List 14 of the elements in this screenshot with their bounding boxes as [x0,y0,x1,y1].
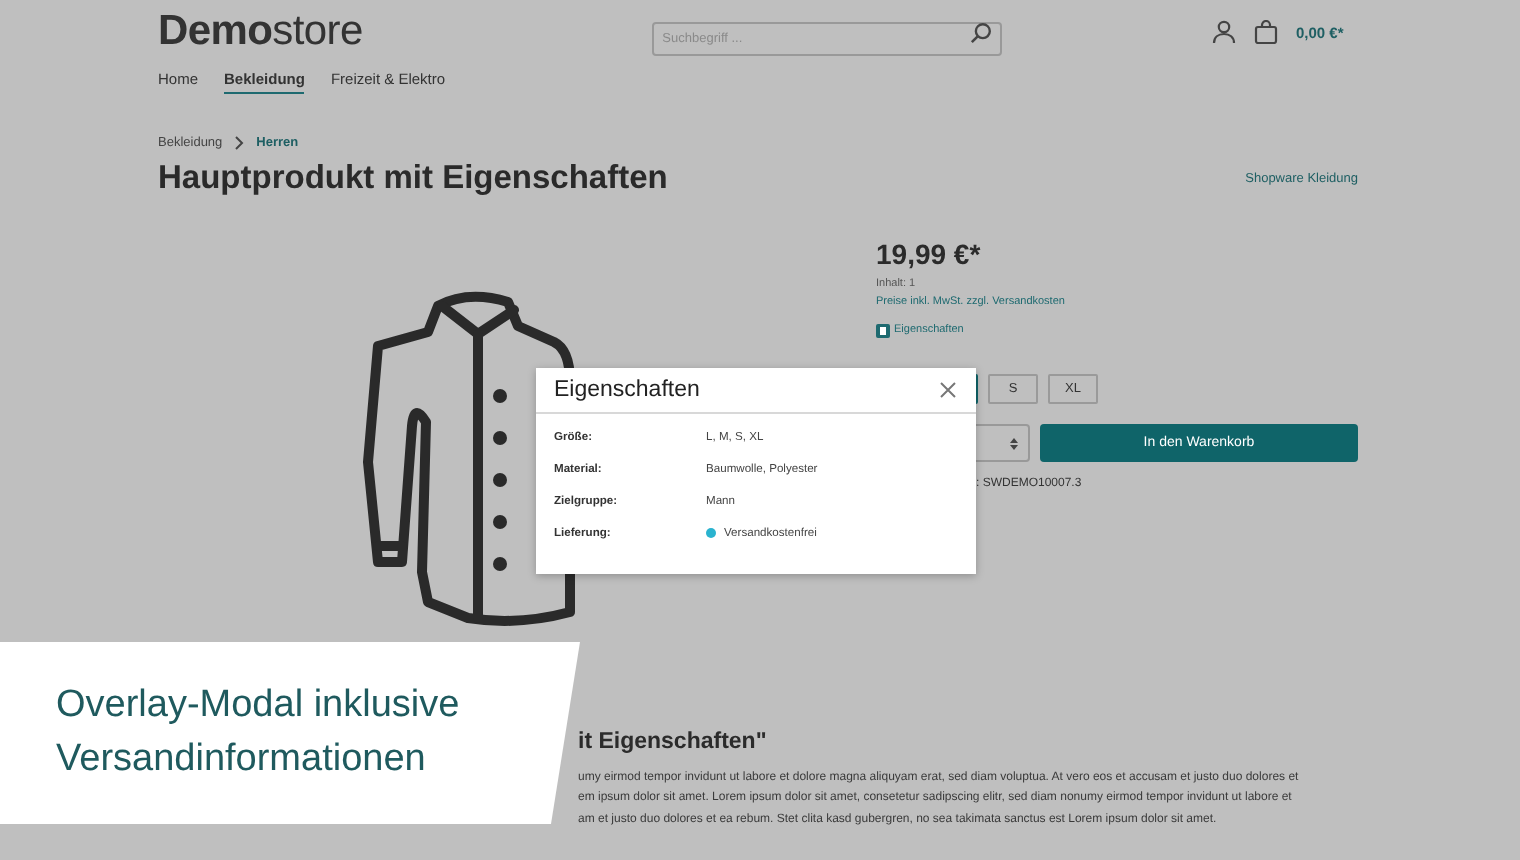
shopping-bag-icon[interactable] [1254,20,1278,44]
description-heading: it Eigenschaften" [578,730,769,754]
modal-title: Eigenschaften [554,378,700,402]
sort-caret-icon [1010,437,1018,449]
search-icon[interactable] [970,21,993,43]
clipboard-icon[interactable] [876,324,890,338]
close-icon[interactable] [940,382,956,398]
store-logo[interactable]: Demostore [158,8,363,56]
caption-text: Overlay-Modal inklusive [56,682,460,730]
product-price: 19,99 €* [876,238,981,270]
chevron-right-icon [234,136,245,150]
product-title: Hauptprodukt mit Eigenschaften [158,160,668,198]
caption-text: Versandinformationen [56,736,426,784]
user-icon[interactable] [1212,20,1236,44]
